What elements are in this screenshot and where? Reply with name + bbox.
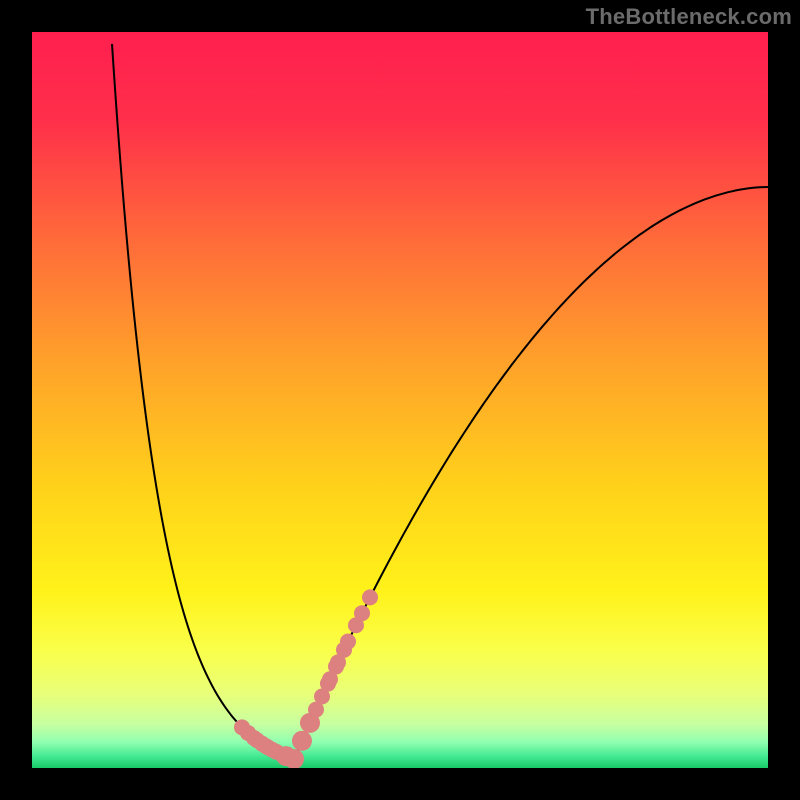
bottleneck-curve xyxy=(112,44,768,759)
plot-area xyxy=(32,32,768,768)
frame: TheBottleneck.com xyxy=(0,0,800,800)
marker-group xyxy=(234,589,378,768)
marker-dot xyxy=(354,605,370,621)
marker-dot xyxy=(340,634,356,650)
marker-dot xyxy=(362,589,378,605)
marker-dot xyxy=(292,731,312,751)
watermark-text: TheBottleneck.com xyxy=(586,4,792,30)
curve-layer xyxy=(32,32,768,768)
